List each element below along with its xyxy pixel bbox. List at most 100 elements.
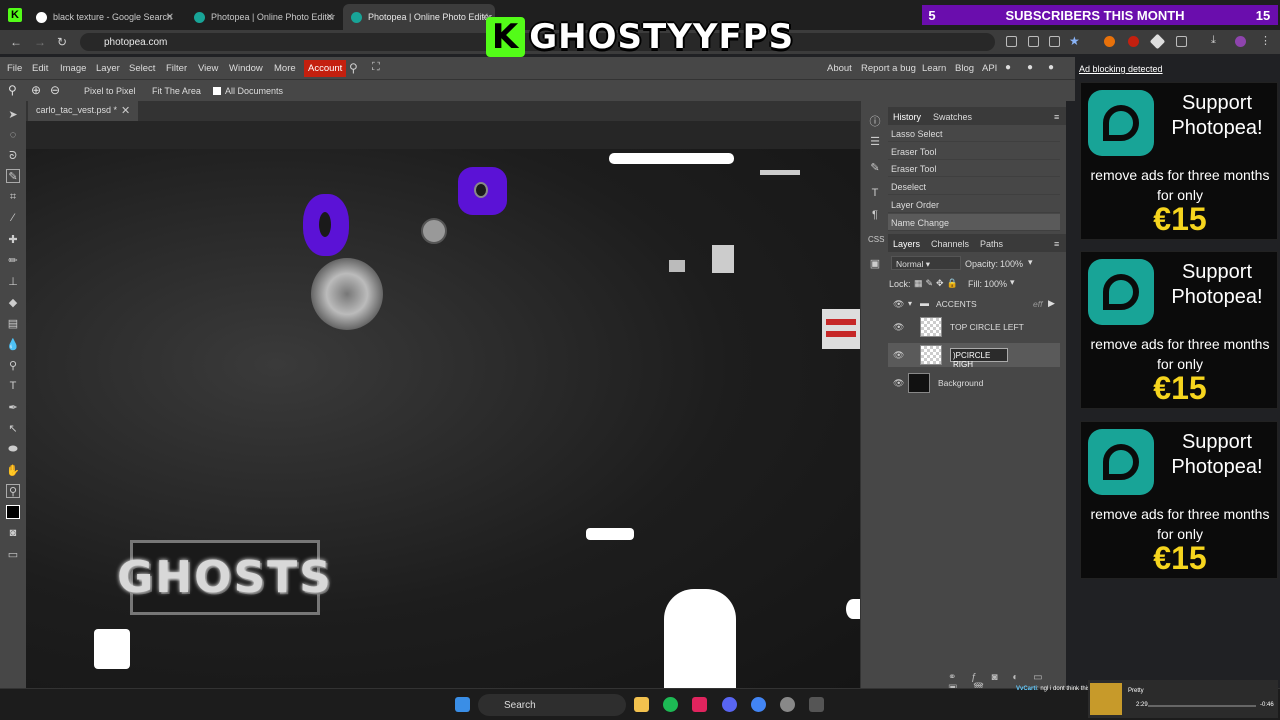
blend-mode-select[interactable]: Normal ▾	[891, 256, 961, 270]
healing-tool-icon[interactable]: ✚	[6, 232, 20, 246]
path-select-tool-icon[interactable]: ↖	[6, 421, 20, 435]
fill-input[interactable]: 100%	[984, 279, 1007, 289]
history-item[interactable]: Deselect	[888, 178, 1060, 195]
effects-badge[interactable]: eff	[1033, 299, 1042, 309]
ad-card[interactable]: Support Photopea! remove ads for three m…	[1080, 251, 1278, 409]
link-blog[interactable]: Blog	[955, 63, 974, 74]
menu-window[interactable]: Window	[229, 63, 263, 74]
layer-background[interactable]: 👁 Background	[888, 371, 1060, 395]
brush-tool-icon[interactable]: ✏	[6, 253, 20, 267]
close-icon[interactable]: ✕	[121, 104, 130, 117]
quick-select-tool-icon[interactable]: ✎	[6, 169, 20, 183]
discord-icon[interactable]	[722, 697, 737, 712]
extension-icon[interactable]	[1128, 36, 1139, 47]
close-icon[interactable]: ✕	[166, 12, 174, 23]
windows-start-icon[interactable]	[455, 697, 470, 712]
menu-dots-icon[interactable]: ⋮	[1260, 34, 1271, 47]
adjustments-icon[interactable]: ☰	[868, 135, 882, 149]
history-item[interactable]: Name Change	[888, 214, 1060, 231]
menu-view[interactable]: View	[198, 63, 218, 74]
pixel-to-pixel-button[interactable]: Pixel to Pixel	[84, 86, 136, 96]
star-icon[interactable]: ★	[1069, 34, 1080, 48]
file-explorer-icon[interactable]	[634, 697, 649, 712]
twitter-icon[interactable]: ●	[1027, 62, 1033, 73]
menu-image[interactable]: Image	[60, 63, 86, 74]
canvas-area[interactable]: GHOSTS	[26, 121, 860, 688]
zoom-in-icon[interactable]: ⊕	[31, 83, 41, 97]
panel-menu-icon[interactable]: ≡	[1054, 239, 1059, 249]
quick-mask-icon[interactable]: ◙	[6, 526, 20, 540]
chevron-right-icon[interactable]: ▶	[1048, 298, 1055, 309]
page-icon[interactable]	[1006, 36, 1017, 47]
visibility-eye-icon[interactable]: 👁	[893, 350, 904, 361]
extension-icon[interactable]	[1149, 33, 1166, 50]
type-tool-icon[interactable]: T	[6, 379, 20, 393]
marquee-tool-icon[interactable]: ◌	[6, 128, 20, 142]
chevron-down-icon[interactable]: ▾	[908, 299, 912, 308]
link-api[interactable]: API	[982, 63, 997, 74]
progress-bar[interactable]	[1148, 705, 1256, 707]
taskbar-search[interactable]: Search	[478, 694, 626, 716]
link-about[interactable]: About	[827, 63, 852, 74]
account-button[interactable]: Account	[304, 60, 347, 77]
ad-blocking-link[interactable]: Ad blocking detected	[1079, 64, 1163, 74]
forward-icon[interactable]: →	[34, 35, 46, 49]
eyedropper-tool-icon[interactable]: ⁄	[6, 211, 20, 225]
zoom-tool-icon[interactable]: ⚲	[6, 484, 20, 498]
shape-tool-icon[interactable]: ⬬	[6, 442, 20, 456]
crop-tool-icon[interactable]: ⌗	[6, 190, 20, 204]
visibility-eye-icon[interactable]: 👁	[893, 378, 904, 389]
back-icon[interactable]: ←	[10, 35, 22, 49]
fullscreen-icon[interactable]: ⛶	[372, 61, 380, 74]
tab-google-search[interactable]: black texture - Google Search ✕	[28, 4, 180, 30]
extension-icon[interactable]	[1104, 36, 1115, 47]
hand-tool-icon[interactable]: ✋	[6, 463, 20, 477]
all-documents-checkbox[interactable]	[213, 87, 221, 95]
share-icon[interactable]	[1049, 36, 1060, 47]
menu-more[interactable]: More	[274, 63, 296, 74]
document-image[interactable]: GHOSTS	[26, 149, 860, 688]
layer-top-circle-left[interactable]: 👁 TOP CIRCLE LEFT	[888, 315, 1060, 339]
move-tool-icon[interactable]: ➤	[6, 107, 20, 121]
visibility-eye-icon[interactable]: 👁	[893, 299, 904, 310]
cast-icon[interactable]	[1028, 36, 1039, 47]
zoom-out-icon[interactable]: ⊖	[50, 83, 60, 97]
chevron-down-icon[interactable]: ▾	[1028, 257, 1033, 268]
paragraph-icon[interactable]: ¶	[868, 209, 882, 223]
history-item[interactable]: Lasso Select	[888, 125, 1060, 142]
tab-swatches[interactable]: Swatches	[933, 112, 972, 122]
tab-photopea-2[interactable]: Photopea | Online Photo Editor ✕	[343, 4, 495, 30]
menu-edit[interactable]: Edit	[32, 63, 48, 74]
chrome-icon[interactable]	[751, 697, 766, 712]
history-item[interactable]: Layer Order	[888, 196, 1060, 213]
menu-filter[interactable]: Filter	[166, 63, 187, 74]
layer-top-circle-right[interactable]: 👁 )PCIRCLE RIGH	[888, 343, 1060, 369]
lock-icons[interactable]: ▦✎✥🔒	[914, 278, 961, 289]
layer-rename-input[interactable]: )PCIRCLE RIGH	[950, 348, 1008, 369]
search-icon[interactable]: ⚲	[349, 61, 358, 75]
brush-settings-icon[interactable]: ✎	[868, 161, 882, 175]
opacity-input[interactable]: 100%	[1000, 259, 1023, 269]
link-report-bug[interactable]: Report a bug	[861, 63, 916, 74]
app-icon[interactable]	[809, 697, 824, 712]
tab-photopea-1[interactable]: Photopea | Online Photo Editor ✕	[186, 4, 340, 30]
pen-tool-icon[interactable]: ✒	[6, 400, 20, 414]
lasso-tool-icon[interactable]: ᘐ	[6, 149, 20, 163]
tab-channels[interactable]: Channels	[931, 239, 969, 249]
css-icon[interactable]: CSS	[868, 235, 884, 249]
history-item[interactable]: Eraser Tool	[888, 143, 1060, 160]
blur-tool-icon[interactable]: 💧	[6, 337, 20, 351]
character-icon[interactable]: T	[868, 187, 882, 201]
menu-file[interactable]: File	[7, 63, 22, 74]
tab-layers[interactable]: Layers	[893, 239, 920, 249]
facebook-icon[interactable]: ●	[1048, 62, 1054, 73]
spotify-icon[interactable]	[663, 697, 678, 712]
eraser-tool-icon[interactable]: ◆	[6, 295, 20, 309]
dodge-tool-icon[interactable]: ⚲	[6, 358, 20, 372]
tab-history[interactable]: History	[893, 112, 921, 122]
close-icon[interactable]: ✕	[326, 12, 334, 23]
foreground-color-swatch[interactable]	[6, 505, 20, 519]
chevron-down-icon[interactable]: ▾	[1010, 277, 1015, 288]
app-icon[interactable]	[692, 697, 707, 712]
reddit-icon[interactable]: ●	[1005, 62, 1011, 73]
